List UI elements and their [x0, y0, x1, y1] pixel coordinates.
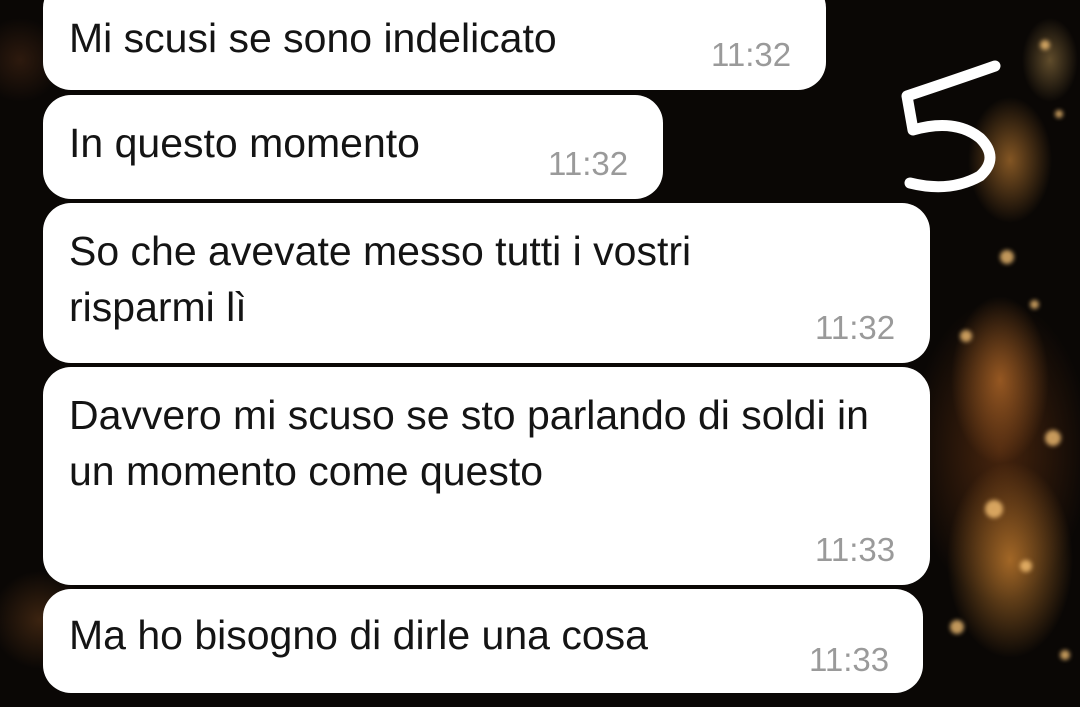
- message-bubble[interactable]: Mi scusi se sono indelicato 11:32: [43, 0, 826, 90]
- message-timestamp: 11:33: [815, 531, 896, 568]
- message-bubble[interactable]: So che avevate messo tutti i vostri risp…: [43, 203, 930, 363]
- message-bubble[interactable]: Davvero mi scuso se sto parlando di sold…: [43, 367, 930, 585]
- message-timestamp: 11:32: [815, 309, 896, 346]
- message-timestamp: 11:32: [711, 36, 792, 73]
- message-timestamp: 11:32: [548, 145, 629, 182]
- message-text: Mi scusi se sono indelicato: [69, 15, 557, 61]
- message-text: So che avevate messo tutti i vostri risp…: [69, 228, 692, 330]
- message-text: Ma ho bisogno di dirle una cosa: [69, 612, 648, 658]
- handwritten-number-5: [901, 60, 1001, 193]
- message-bubble[interactable]: In questo momento 11:32: [43, 95, 663, 199]
- message-bubble[interactable]: Ma ho bisogno di dirle una cosa 11:33: [43, 589, 923, 693]
- message-text: Davvero mi scuso se sto parlando di sold…: [69, 392, 869, 494]
- message-timestamp: 11:33: [809, 641, 890, 678]
